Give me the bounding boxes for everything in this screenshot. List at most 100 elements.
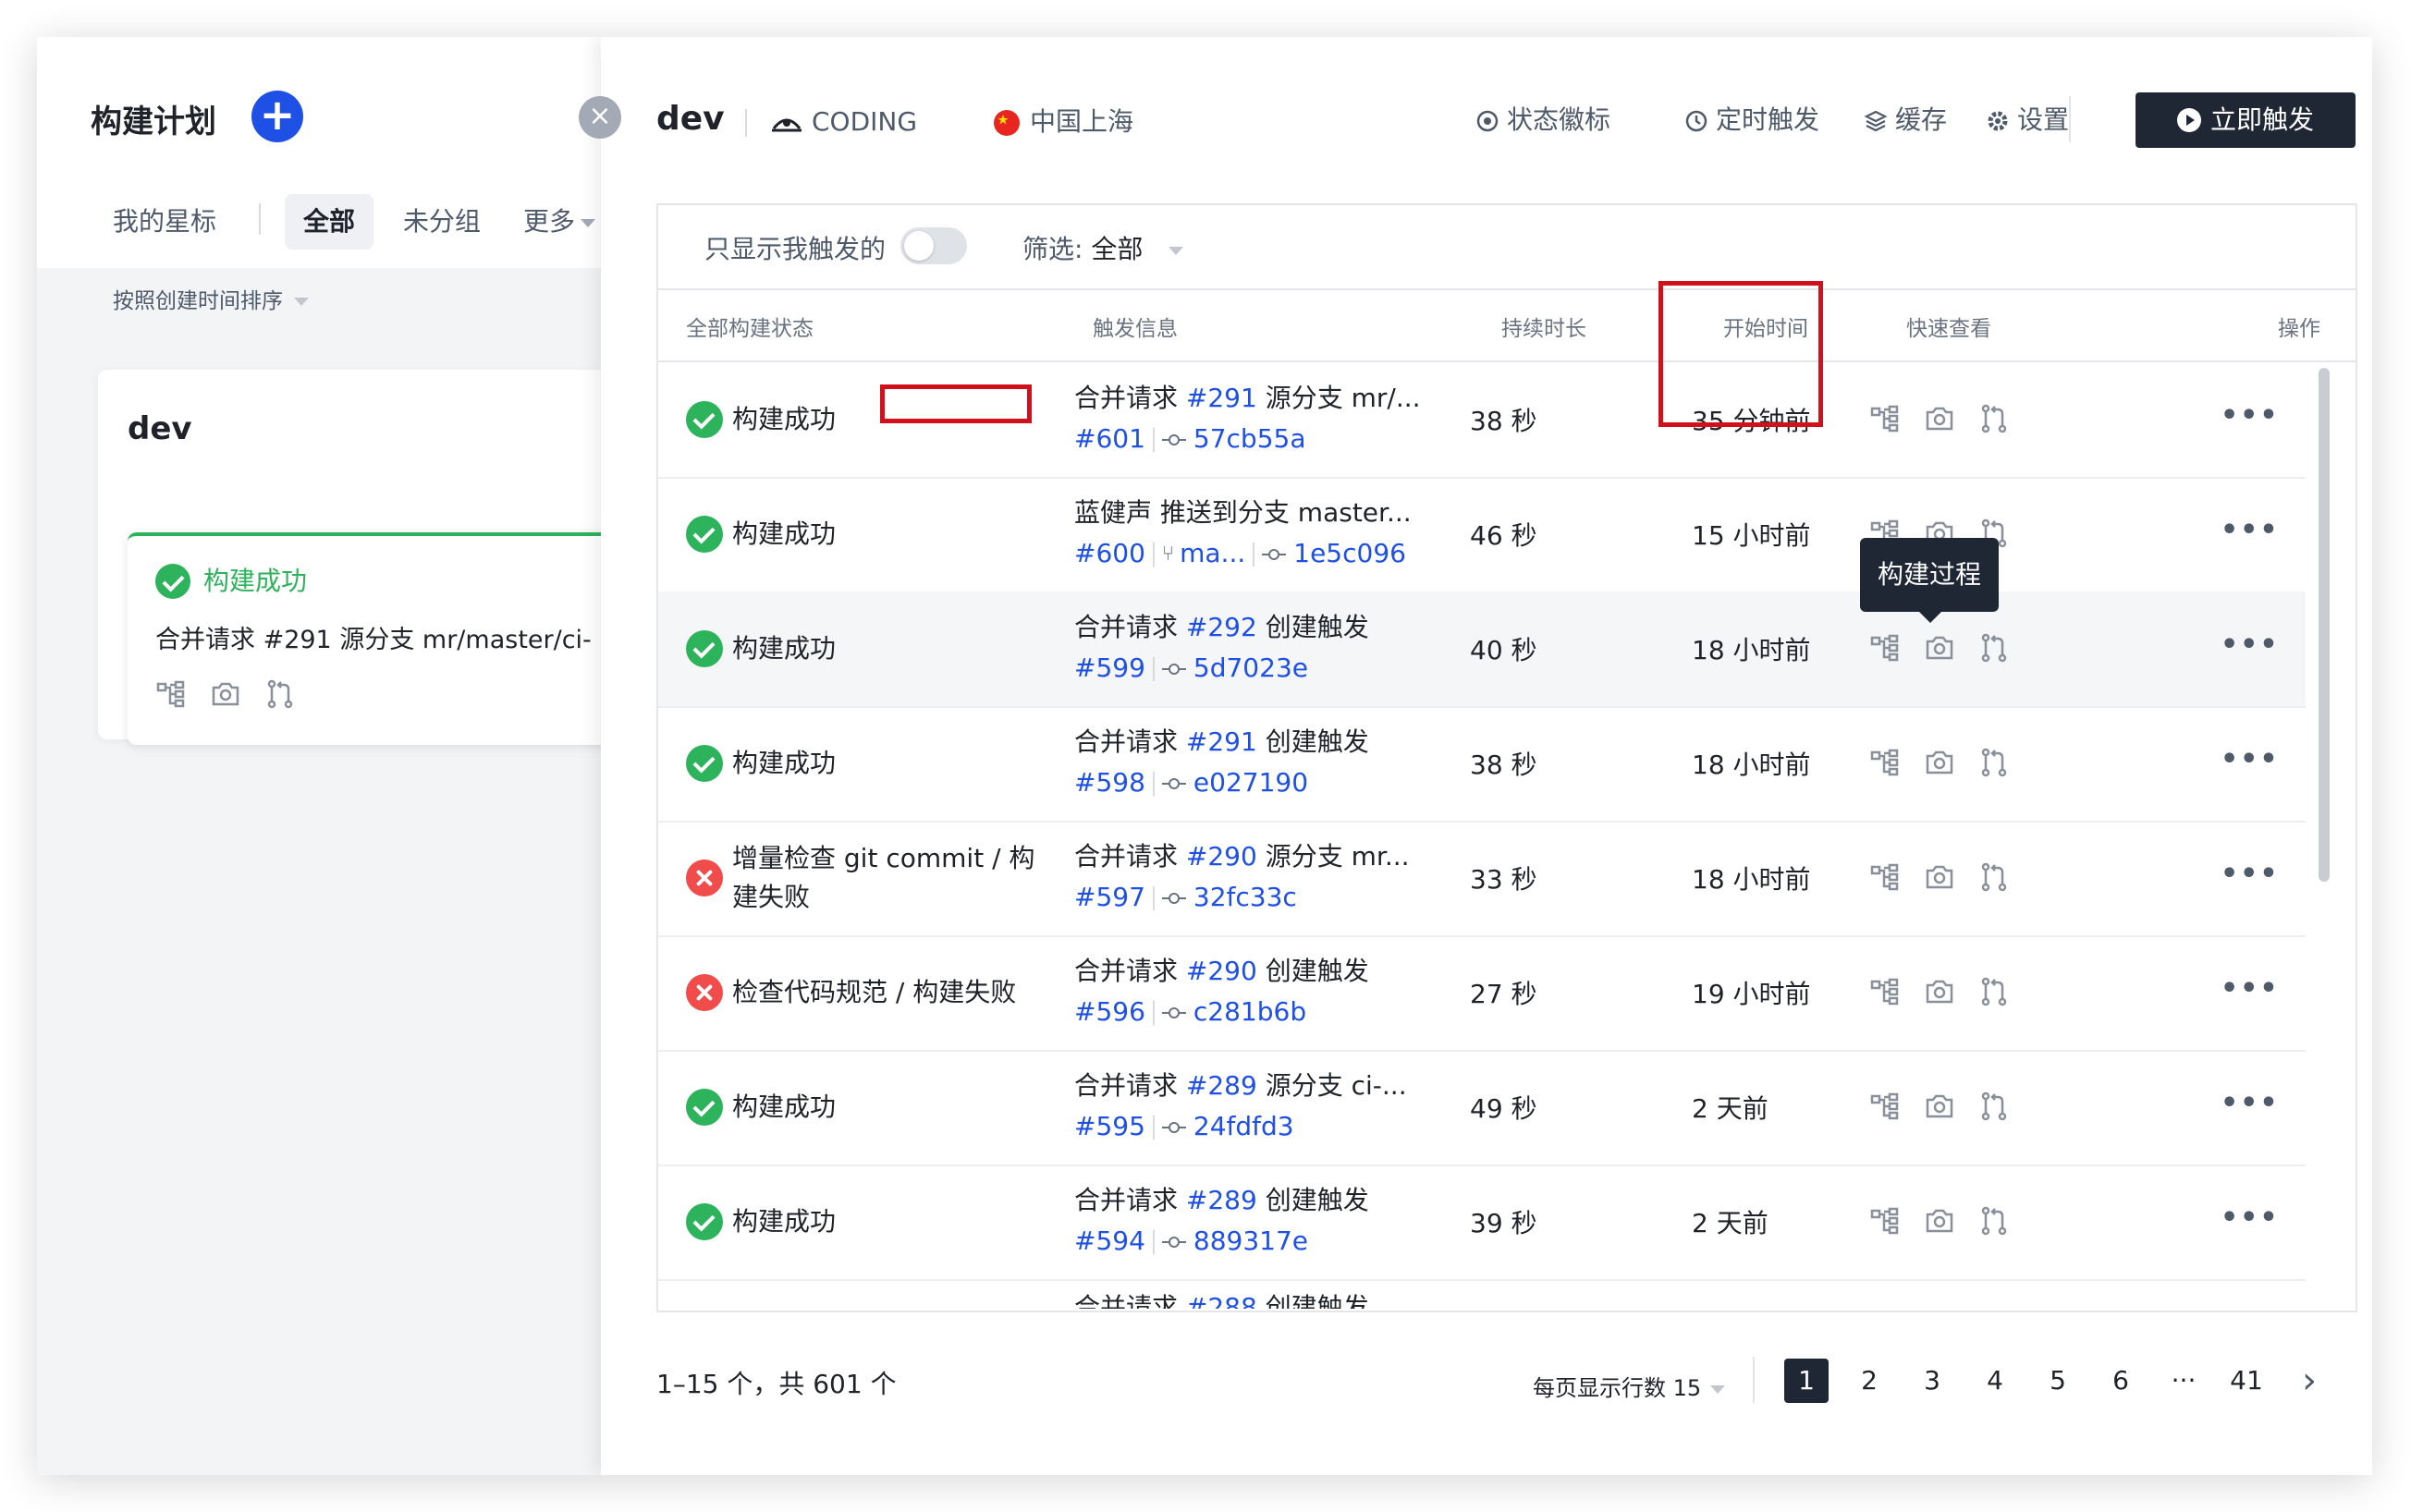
- page-4[interactable]: 4: [1973, 1359, 2017, 1403]
- only-mine-toggle[interactable]: [900, 227, 967, 264]
- pipeline-icon[interactable]: [1869, 861, 1901, 893]
- table-row[interactable]: 构建成功 合并请求 #289 源分支 ci-... #595 24fdfd3 49…: [658, 1050, 2306, 1166]
- filter-dropdown[interactable]: 筛选: 全部: [1022, 229, 1184, 266]
- commit-link[interactable]: 24fdfd3: [1193, 1111, 1294, 1141]
- ref-divider: [1152, 1001, 1155, 1025]
- scrollbar-thumb[interactable]: [2319, 368, 2330, 882]
- merge-request-link[interactable]: #289: [1186, 1070, 1257, 1101]
- scrollbar[interactable]: [2306, 362, 2354, 1309]
- build-number-link[interactable]: #601: [1074, 423, 1145, 454]
- tab-starred[interactable]: 我的星标: [113, 194, 216, 250]
- page-6[interactable]: 6: [2099, 1359, 2143, 1403]
- camera-icon[interactable]: [1924, 632, 1955, 664]
- repo-label[interactable]: CODING: [771, 104, 917, 140]
- build-number-link[interactable]: #598: [1074, 767, 1145, 798]
- page-1[interactable]: 1: [1784, 1359, 1829, 1403]
- commit-link[interactable]: 1e5c096: [1293, 538, 1406, 568]
- camera-icon[interactable]: [1924, 1091, 1955, 1122]
- camera-icon[interactable]: [210, 678, 241, 710]
- col-status[interactable]: 全部构建状态: [686, 311, 814, 342]
- table-row[interactable]: 合并请求 #288 创建触发: [658, 1279, 2306, 1309]
- table-row[interactable]: 构建成功 蓝健声 推送到分支 master... #600 ⑂ ma... 1e5c0…: [658, 477, 2306, 593]
- merge-request-icon[interactable]: [1978, 403, 2010, 434]
- merge-request-link[interactable]: #291: [1186, 726, 1257, 757]
- build-number-link[interactable]: #599: [1074, 652, 1145, 683]
- build-number-link[interactable]: #594: [1074, 1225, 1145, 1256]
- page-ellipsis[interactable]: ···: [2161, 1359, 2206, 1403]
- status-badge-link[interactable]: 状态徽标: [1475, 102, 1610, 139]
- pipeline-icon[interactable]: [1869, 403, 1901, 434]
- merge-request-icon[interactable]: [1978, 1205, 2010, 1237]
- table-row[interactable]: 增量检查 git commit / 构建失败 合并请求 #290 源分支 mr.…: [658, 821, 2306, 937]
- build-number-link[interactable]: #595: [1074, 1111, 1145, 1141]
- plan-card[interactable]: dev 构建成功 合并请求 #291 源分支 mr/master/ci-: [98, 370, 627, 745]
- branch-link[interactable]: ma...: [1180, 538, 1245, 568]
- pipeline-icon[interactable]: [1869, 632, 1901, 664]
- commit-link[interactable]: 889317e: [1193, 1225, 1308, 1256]
- pipeline-icon[interactable]: [155, 678, 187, 710]
- merge-request-icon[interactable]: [264, 678, 296, 710]
- merge-request-icon[interactable]: [1978, 632, 2010, 664]
- latest-build-card[interactable]: 构建成功 合并请求 #291 源分支 mr/master/ci-: [128, 532, 627, 745]
- more-actions-button[interactable]: •••: [2221, 514, 2280, 546]
- build-number-link[interactable]: #596: [1074, 996, 1145, 1027]
- merge-request-link[interactable]: #290: [1186, 841, 1257, 872]
- pipeline-icon[interactable]: [1869, 976, 1901, 1007]
- commit-link[interactable]: 57cb55a: [1193, 423, 1306, 454]
- sort-dropdown[interactable]: 按照创建时间排序: [113, 283, 309, 314]
- tab-ungrouped[interactable]: 未分组: [403, 194, 481, 250]
- run-now-button[interactable]: 立即触发: [2136, 92, 2356, 148]
- scheduled-trigger-link[interactable]: 定时触发: [1684, 102, 1819, 139]
- table-row[interactable]: 构建成功 合并请求 #289 创建触发 #594 889317e 39 秒 2 天…: [658, 1164, 2306, 1281]
- col-trigger: 触发信息: [1093, 317, 1178, 341]
- page-5[interactable]: 5: [2036, 1359, 2080, 1403]
- merge-request-link[interactable]: #290: [1186, 956, 1257, 986]
- pipeline-icon[interactable]: [1869, 1205, 1901, 1237]
- merge-request-icon[interactable]: [1978, 747, 2010, 778]
- pipeline-icon[interactable]: [1869, 747, 1901, 778]
- camera-icon[interactable]: [1924, 403, 1955, 434]
- merge-request-link[interactable]: #289: [1186, 1185, 1257, 1215]
- more-actions-button[interactable]: •••: [2221, 1087, 2280, 1119]
- more-actions-button[interactable]: •••: [2221, 1201, 2280, 1234]
- more-actions-button[interactable]: •••: [2221, 858, 2280, 890]
- add-plan-button[interactable]: +: [251, 91, 303, 142]
- build-number-link[interactable]: #597: [1074, 882, 1145, 912]
- settings-link[interactable]: 设置: [1986, 102, 2069, 139]
- camera-icon[interactable]: [1924, 976, 1955, 1007]
- commit-link[interactable]: 5d7023e: [1193, 652, 1308, 683]
- trigger-refs: #598 e027190: [1074, 762, 1426, 804]
- camera-icon[interactable]: [1924, 1205, 1955, 1237]
- more-actions-button[interactable]: •••: [2221, 628, 2280, 661]
- close-drawer-button[interactable]: ×: [579, 96, 621, 139]
- merge-request-icon[interactable]: [1978, 976, 2010, 1007]
- merge-request-icon[interactable]: [1978, 1091, 2010, 1122]
- commit-link[interactable]: 32fc33c: [1193, 882, 1297, 912]
- tab-more[interactable]: 更多: [523, 194, 596, 250]
- more-actions-button[interactable]: •••: [2221, 399, 2280, 432]
- camera-icon[interactable]: [1924, 747, 1955, 778]
- page-41[interactable]: 41: [2224, 1359, 2269, 1403]
- merge-request-icon[interactable]: [1978, 861, 2010, 893]
- more-actions-button[interactable]: •••: [2221, 743, 2280, 775]
- commit-link[interactable]: c281b6b: [1193, 996, 1306, 1027]
- commit-link[interactable]: e027190: [1193, 767, 1308, 798]
- merge-request-link[interactable]: #291: [1186, 383, 1257, 413]
- next-page-button[interactable]: ›: [2287, 1359, 2331, 1403]
- tab-all[interactable]: 全部: [285, 194, 374, 250]
- table-row[interactable]: 检查代码规范 / 构建失败 合并请求 #290 创建触发 #596 c281b6b…: [658, 935, 2306, 1052]
- merge-request-link[interactable]: #288: [1186, 1292, 1257, 1309]
- camera-icon[interactable]: [1924, 861, 1955, 893]
- merge-request-link[interactable]: #292: [1186, 612, 1257, 642]
- table-row[interactable]: 构建成功 合并请求 #291 创建触发 #598 e027190 38 秒 18 …: [658, 706, 2306, 823]
- build-number-link[interactable]: #600: [1074, 538, 1145, 568]
- status-text: 构建成功: [732, 591, 1037, 706]
- pipeline-icon[interactable]: [1869, 1091, 1901, 1122]
- table-row[interactable]: 构建成功 合并请求 #292 创建触发 #599 5d7023e 40 秒 18 …: [658, 591, 2306, 708]
- page-size-select[interactable]: 每页显示行数 15: [1533, 1370, 1726, 1402]
- page-3[interactable]: 3: [1910, 1359, 1954, 1403]
- more-actions-button[interactable]: •••: [2221, 972, 2280, 1005]
- page-size-label: 每页显示行数 15: [1533, 1375, 1702, 1401]
- page-2[interactable]: 2: [1847, 1359, 1891, 1403]
- cache-link[interactable]: 缓存: [1864, 102, 1947, 139]
